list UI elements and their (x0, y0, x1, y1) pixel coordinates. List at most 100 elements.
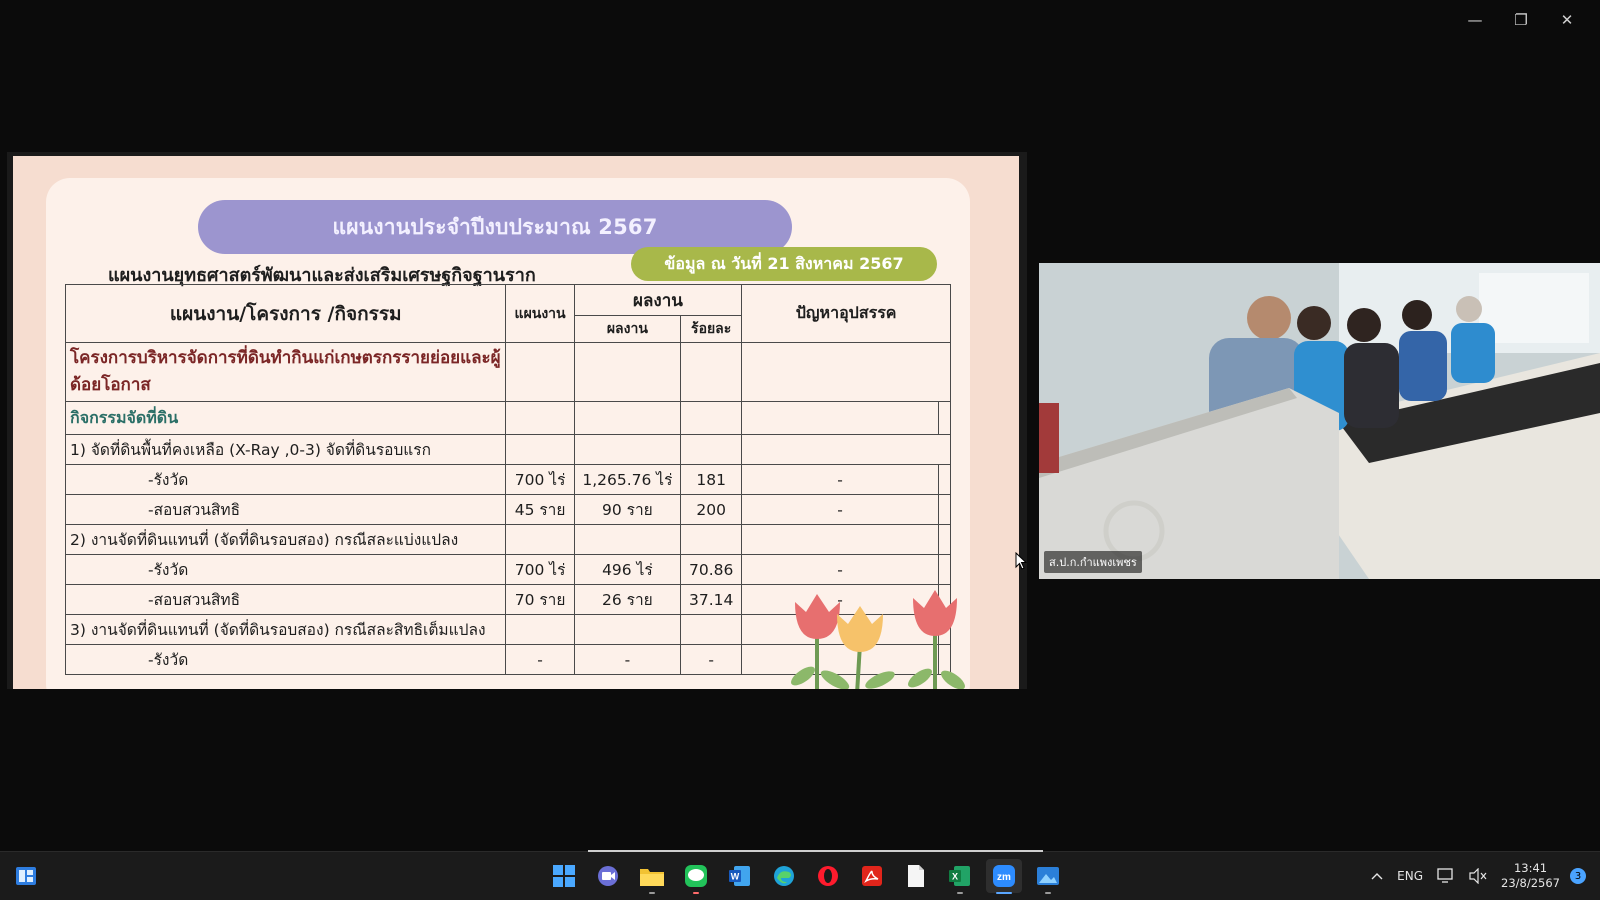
start-button[interactable] (546, 859, 582, 893)
row-percent: 200 (680, 494, 743, 525)
row-result: 26 ราย (573, 584, 682, 615)
window-controls: — ❐ ✕ (1452, 8, 1590, 32)
header-activity: แผนงาน/โครงการ /กิจกรรม (64, 284, 507, 343)
taskbar-word[interactable]: W (722, 859, 758, 893)
speaker-muted-icon[interactable] (1469, 868, 1487, 884)
opera-browser-icon (818, 866, 838, 886)
taskbar: W X zm ENG 13:41 23/8/2567 3 (0, 850, 1600, 900)
header-percent: ร้อยละ (680, 315, 743, 343)
close-button[interactable]: ✕ (1544, 8, 1590, 32)
row-result: 496 ไร่ (573, 554, 682, 585)
row-issues (741, 524, 939, 555)
row-result: 90 ราย (573, 494, 682, 525)
row-label: 3) งานจัดที่ดินแทนที่ (จัดที่ดินรอบสอง) … (64, 614, 507, 645)
svg-text:W: W (731, 872, 740, 882)
row-result (573, 434, 682, 465)
row-label: 2) งานจัดที่ดินแทนที่ (จัดที่ดินรอบสอง) … (64, 524, 507, 555)
taskbar-file-explorer[interactable] (634, 859, 670, 894)
taskbar-edge[interactable] (766, 859, 802, 893)
svg-text:zm: zm (997, 872, 1011, 883)
clock-time: 13:41 (1513, 861, 1548, 875)
row-plan (505, 524, 575, 555)
row-plan: 700 ไร่ (505, 464, 575, 495)
shared-screen: แผนงานประจำปีงบประมาณ 2567 แผนงานยุทธศาส… (7, 152, 1027, 689)
row-plan (505, 434, 575, 465)
taskbar-acrobat[interactable] (854, 859, 890, 893)
taskbar-zoom[interactable]: zm (986, 859, 1022, 894)
date-badge: ข้อมูล ณ วันที่ 21 สิงหาคม 2567 (631, 247, 937, 281)
row-label: -รังวัด (64, 644, 507, 675)
taskbar-line[interactable] (678, 859, 714, 894)
row-plan (505, 614, 575, 645)
windows-start-icon (553, 865, 575, 887)
restore-button[interactable]: ❐ (1498, 8, 1544, 32)
row-plan: 45 ราย (505, 494, 575, 525)
row-percent (680, 524, 743, 555)
row-percent: 181 (680, 464, 743, 495)
project-title: โครงการบริหารจัดการที่ดินทำกินแก่เกษตรกร… (64, 342, 507, 402)
chevron-up-icon[interactable] (1371, 872, 1383, 880)
widgets-icon[interactable] (14, 864, 38, 888)
header-result: ผลงาน (573, 315, 682, 343)
participant-video[interactable]: ส.ป.ก.กำแพงเพชร (1039, 263, 1600, 579)
row-label: 1) จัดที่ดินพื้นที่คงเหลือ (X-Ray ,0-3) … (64, 434, 507, 465)
slide-title: แผนงานประจำปีงบประมาณ 2567 (198, 200, 792, 254)
row-percent (680, 434, 743, 465)
language-indicator[interactable]: ENG (1397, 869, 1423, 883)
table-row: 2) งานจัดที่ดินแทนที่ (จัดที่ดินรอบสอง) … (64, 524, 952, 555)
svg-text:X: X (952, 872, 958, 882)
row-percent (680, 614, 743, 645)
row-plan: - (505, 644, 575, 675)
presentation-slide: แผนงานประจำปีงบประมาณ 2567 แผนงานยุทธศาส… (13, 156, 1019, 689)
header-result-group: ผลงาน (573, 284, 743, 316)
taskbar-separator (588, 850, 1043, 852)
clock[interactable]: 13:41 23/8/2567 (1501, 861, 1560, 891)
network-icon[interactable] (1437, 868, 1455, 884)
photos-icon (1037, 867, 1059, 885)
header-issues: ปัญหาอุปสรรค (741, 284, 951, 343)
row-percent: - (680, 644, 743, 675)
word-icon: W (729, 866, 750, 886)
row-percent: 37.14 (680, 584, 743, 615)
video-frame-icon (1039, 263, 1600, 579)
taskbar-notepad[interactable] (898, 859, 934, 893)
row-label: -รังวัด (64, 554, 507, 585)
row-result (573, 614, 682, 645)
row-percent: 70.86 (680, 554, 743, 585)
taskbar-opera[interactable] (810, 859, 846, 893)
row-plan: 700 ไร่ (505, 554, 575, 585)
video-meeting-icon (598, 866, 618, 886)
notification-badge[interactable]: 3 (1570, 868, 1586, 884)
taskbar-zoom-meetings[interactable] (590, 859, 626, 893)
row-result (573, 524, 682, 555)
taskbar-apps: W X zm (546, 859, 1066, 894)
participant-name: ส.ป.ก.กำแพงเพชร (1044, 551, 1142, 573)
table-row: -รังวัด 700 ไร่ 1,265.76 ไร่ 181 - (64, 464, 952, 495)
row-issues: - (741, 494, 939, 525)
edge-browser-icon (774, 866, 794, 886)
pdf-reader-icon (862, 866, 882, 886)
taskbar-excel[interactable]: X (942, 859, 978, 894)
minimize-button[interactable]: — (1452, 8, 1498, 32)
row-issues: - (741, 464, 939, 495)
activity-title: กิจกรรมจัดที่ดิน (64, 401, 507, 435)
row-label: -สอบสวนสิทธิ (64, 494, 507, 525)
row-issues: - (741, 554, 939, 585)
line-chat-icon (685, 865, 707, 887)
system-tray: ENG 13:41 23/8/2567 3 (1371, 852, 1600, 900)
table-row: -สอบสวนสิทธิ 45 ราย 90 ราย 200 - (64, 494, 952, 525)
row-issues (741, 434, 951, 465)
header-plan: แผนงาน (505, 284, 575, 343)
document-icon (908, 865, 924, 887)
row-result: - (573, 644, 682, 675)
row-result: 1,265.76 ไร่ (573, 464, 682, 495)
taskbar-photos[interactable] (1030, 859, 1066, 894)
zoom-icon: zm (993, 865, 1015, 887)
excel-icon: X (949, 866, 970, 886)
table-row: 1) จัดที่ดินพื้นที่คงเหลือ (X-Ray ,0-3) … (64, 434, 951, 465)
row-label: -สอบสวนสิทธิ (64, 584, 507, 615)
tulip-decoration-icon (791, 590, 965, 689)
mouse-cursor-icon (1015, 552, 1027, 570)
row-label: -รังวัด (64, 464, 507, 495)
clock-date: 23/8/2567 (1501, 876, 1560, 890)
